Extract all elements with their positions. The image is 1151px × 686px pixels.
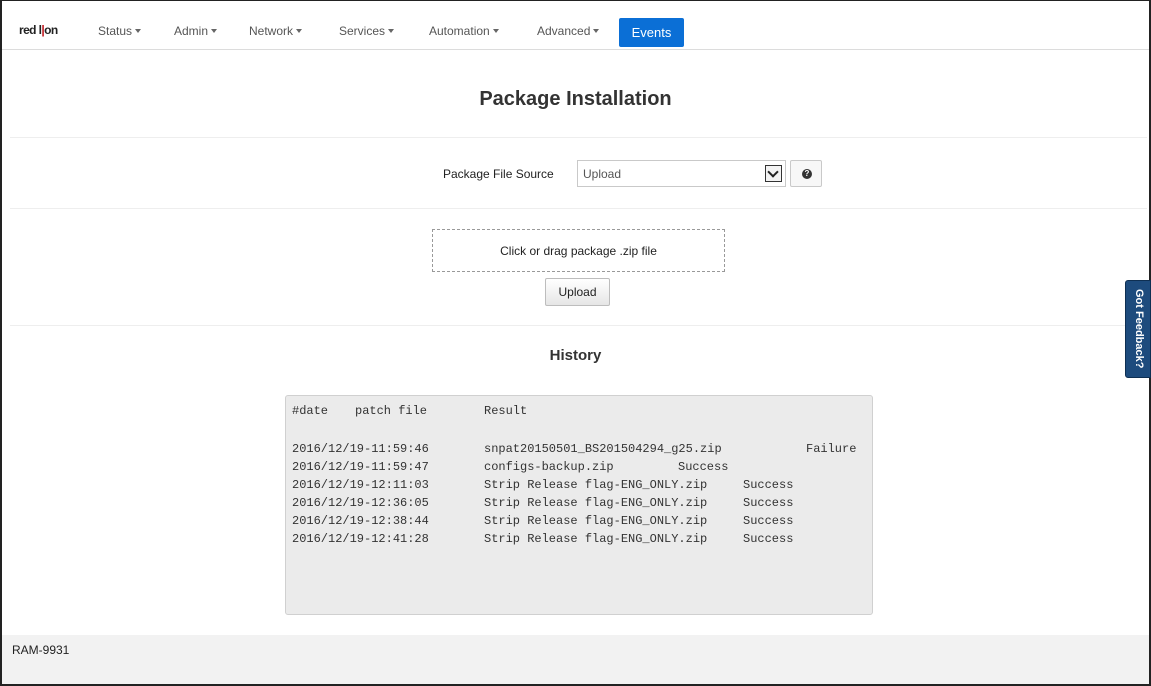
red-lion-logo[interactable]: red l|on: [19, 23, 58, 37]
nav-advanced-label: Advanced: [537, 24, 591, 38]
package-file-source-select[interactable]: Upload: [577, 160, 786, 187]
history-row-result: Success: [743, 514, 794, 528]
history-row-date: 2016/12/19-12:11:03: [292, 478, 429, 492]
history-header-result: Result: [484, 404, 528, 418]
caret-down-icon: [135, 29, 142, 33]
caret-down-icon: [593, 29, 600, 33]
nav-services[interactable]: Services: [339, 24, 395, 38]
history-row-date: 2016/12/19-12:38:44: [292, 514, 429, 528]
history-row-result: Success: [743, 532, 794, 546]
history-row-file: Strip Release flag-ENG_ONLY.zip: [484, 496, 708, 510]
history-row-date: 2016/12/19-11:59:46: [292, 442, 429, 456]
footer: RAM-9931: [2, 635, 1149, 684]
history-row-file: snpat20150501_BS201504294_g25.zip: [484, 442, 722, 456]
nav-status-label: Status: [98, 24, 133, 38]
history-log[interactable]: #date patch file Result 2016/12/19-11:59…: [285, 395, 873, 615]
history-row-file: Strip Release flag-ENG_ONLY.zip: [484, 532, 708, 546]
history-row-date: 2016/12/19-12:36:05: [292, 496, 429, 510]
got-feedback-label: Got Feedback?: [1133, 289, 1145, 369]
nav-admin[interactable]: Admin: [174, 24, 218, 38]
history-row-result: Success: [743, 478, 794, 492]
history-header-file: patch file: [355, 404, 428, 418]
nav-automation[interactable]: Automation: [429, 24, 499, 38]
chevron-down-icon[interactable]: [765, 165, 782, 182]
history-row-file: configs-backup.zip: [484, 460, 614, 474]
divider: [10, 137, 1147, 138]
nav-network-label: Network: [249, 24, 294, 38]
history-row-file: Strip Release flag-ENG_ONLY.zip: [484, 478, 708, 492]
nav-status[interactable]: Status: [98, 24, 142, 38]
history-row-result: Success: [743, 496, 794, 510]
history-row-file: Strip Release flag-ENG_ONLY.zip: [484, 514, 708, 528]
nav-automation-label: Automation: [429, 24, 490, 38]
nav-events[interactable]: Events: [619, 18, 684, 47]
divider: [10, 208, 1147, 209]
nav-network[interactable]: Network: [249, 24, 303, 38]
device-model: RAM-9931: [12, 643, 70, 657]
history-title: History: [549, 347, 602, 364]
history-row-date: 2016/12/19-11:59:47: [292, 460, 429, 474]
top-navbar: red l|on Status Admin Network Services A…: [2, 1, 1149, 50]
history-row-result: Success: [678, 460, 729, 474]
upload-button[interactable]: Upload: [545, 278, 610, 306]
nav-advanced[interactable]: Advanced: [537, 24, 600, 38]
package-file-source-value: Upload: [583, 167, 622, 181]
history-row-result: Failure: [806, 442, 857, 456]
package-dropzone[interactable]: Click or drag package .zip file: [432, 229, 725, 272]
package-file-source-label: Package File Source: [443, 167, 554, 181]
dropzone-text: Click or drag package .zip file: [500, 243, 657, 258]
help-button[interactable]: ?: [790, 160, 822, 187]
nav-services-label: Services: [339, 24, 386, 38]
caret-down-icon: [296, 29, 303, 33]
caret-down-icon: [492, 29, 499, 33]
history-header-date: #date: [292, 404, 329, 418]
page-title: Package Installation: [479, 88, 672, 110]
question-circle-icon: ?: [802, 169, 812, 179]
caret-down-icon: [211, 29, 218, 33]
history-row-date: 2016/12/19-12:41:28: [292, 532, 429, 546]
divider: [10, 325, 1147, 326]
caret-down-icon: [388, 29, 395, 33]
nav-admin-label: Admin: [174, 24, 209, 38]
got-feedback-tab[interactable]: Got Feedback?: [1125, 280, 1151, 378]
